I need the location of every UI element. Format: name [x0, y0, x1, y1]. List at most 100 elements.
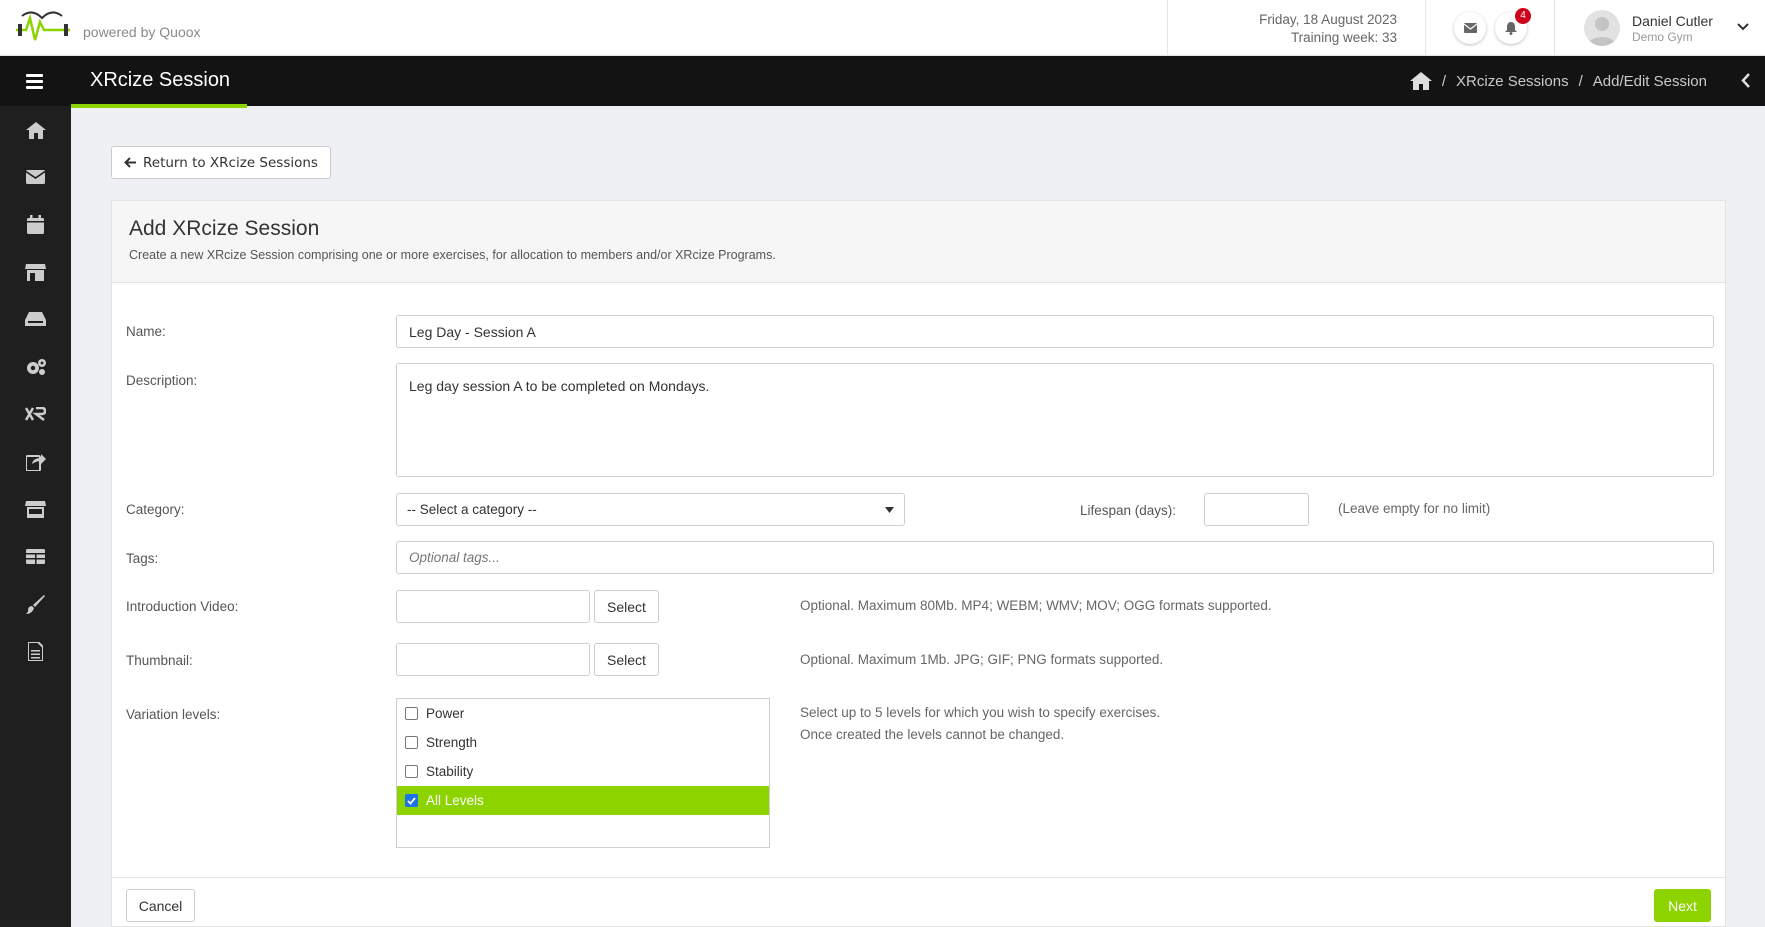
video-help: Optional. Maximum 80Mb. MP4; WEBM; WMV; … — [800, 598, 1272, 613]
cogs-icon — [26, 359, 46, 375]
date-block: Friday, 18 August 2023 Training week: 33 — [1259, 11, 1397, 47]
category-select[interactable]: -- Select a category -- — [396, 493, 905, 526]
arrow-left-icon — [124, 157, 136, 168]
avatar[interactable] — [1584, 10, 1620, 46]
sidebar-item-calendar[interactable] — [0, 204, 71, 244]
sidebar-item-documents[interactable] — [0, 631, 71, 671]
messages-button[interactable] — [1454, 12, 1486, 44]
home-icon[interactable] — [1409, 72, 1432, 90]
name-label: Name: — [126, 324, 166, 339]
checkbox[interactable] — [405, 736, 418, 749]
level-option-all-levels[interactable]: All Levels — [397, 786, 769, 815]
level-label: All Levels — [426, 793, 484, 808]
chevron-down-icon[interactable] — [1737, 18, 1749, 34]
store-icon — [25, 263, 46, 281]
calendar-icon — [27, 214, 44, 234]
checkbox[interactable] — [405, 765, 418, 778]
checkbox-checked[interactable] — [405, 794, 418, 807]
notifications-button[interactable]: 4 — [1495, 8, 1531, 44]
mail-icon — [1463, 23, 1477, 33]
cancel-button[interactable]: Cancel — [126, 889, 195, 922]
user-name[interactable]: Daniel Cutler — [1632, 13, 1713, 29]
sidebar-item-table[interactable] — [0, 536, 71, 576]
thumbnail-file-input[interactable] — [396, 643, 590, 676]
app-logo[interactable] — [12, 10, 74, 44]
top-header: powered by Quoox Friday, 18 August 2023 … — [0, 0, 1765, 56]
description-textarea[interactable]: Leg day session A to be completed on Mon… — [396, 363, 1714, 477]
levels-help-2: Once created the levels cannot be change… — [800, 727, 1065, 742]
home-icon — [25, 121, 46, 139]
sidebar-item-inbox[interactable] — [0, 299, 71, 339]
breadcrumb-xrcize-sessions[interactable]: XRcize Sessions — [1456, 73, 1569, 90]
sidebar-item-settings[interactable] — [0, 347, 71, 387]
description-label: Description: — [126, 373, 198, 388]
sidebar-item-brush[interactable] — [0, 584, 71, 624]
powered-by: powered by Quoox — [83, 24, 201, 40]
thumbnail-help: Optional. Maximum 1Mb. JPG; GIF; PNG for… — [800, 652, 1164, 667]
header-divider — [1554, 0, 1555, 56]
footer-divider — [112, 877, 1725, 878]
header-divider — [1425, 0, 1426, 56]
levels-list: Power Strength Stability All Levels — [396, 698, 770, 848]
title-accent-bar — [71, 104, 247, 108]
lifespan-label: Lifespan (days): — [1080, 503, 1177, 518]
name-input[interactable]: Leg Day - Session A — [396, 315, 1714, 348]
user-org: Demo Gym — [1632, 30, 1693, 44]
return-button[interactable]: Return to XRcize Sessions — [111, 146, 331, 179]
level-option-strength[interactable]: Strength — [397, 728, 769, 757]
category-selected: -- Select a category -- — [407, 502, 537, 517]
table-icon — [26, 548, 45, 564]
sidebar-item-share[interactable] — [0, 442, 71, 482]
checkbox[interactable] — [405, 707, 418, 720]
session-form-panel: Add XRcize Session Create a new XRcize S… — [111, 200, 1726, 927]
check-icon — [407, 796, 416, 805]
current-date: Friday, 18 August 2023 — [1259, 12, 1397, 27]
category-label: Category: — [126, 502, 185, 517]
breadcrumb-separator: / — [1578, 72, 1583, 90]
breadcrumb: / XRcize Sessions / Add/Edit Session — [1409, 72, 1707, 90]
share-icon — [25, 454, 46, 471]
chevron-left-icon[interactable] — [1741, 73, 1751, 91]
levels-help-1: Select up to 5 levels for which you wish… — [800, 705, 1161, 720]
video-label: Introduction Video: — [126, 599, 239, 614]
inbox-icon — [25, 312, 46, 326]
breadcrumb-current: Add/Edit Session — [1592, 72, 1707, 90]
thumbnail-select-button[interactable]: Select — [594, 643, 659, 676]
title-bar: XRcize Session / XRcize Sessions / Add/E… — [0, 56, 1765, 106]
panel-title: Add XRcize Session — [129, 217, 320, 240]
level-option-power[interactable]: Power — [397, 699, 769, 728]
notification-badge: 4 — [1515, 8, 1531, 24]
caret-down-icon — [885, 506, 894, 513]
sidebar-item-shop[interactable] — [0, 489, 71, 529]
level-label: Power — [426, 706, 465, 721]
sidebar-item-xrcize[interactable] — [0, 394, 71, 434]
tags-label: Tags: — [126, 551, 159, 566]
bell-icon — [1505, 21, 1517, 35]
sidebar-item-messages[interactable] — [0, 157, 71, 197]
levels-label: Variation levels: — [126, 707, 221, 722]
sidebar-item-store[interactable] — [0, 252, 71, 292]
next-button[interactable]: Next — [1654, 889, 1711, 922]
lifespan-help: (Leave empty for no limit) — [1338, 501, 1491, 516]
level-label: Strength — [426, 735, 478, 750]
training-week: Training week: 33 — [1290, 30, 1397, 45]
panel-header: Add XRcize Session Create a new XRcize S… — [112, 201, 1725, 283]
menu-icon[interactable] — [26, 74, 43, 89]
header-divider — [1167, 0, 1168, 56]
lifespan-input[interactable] — [1204, 493, 1309, 526]
page-title: XRcize Session — [90, 69, 231, 91]
tags-input[interactable]: Optional tags... — [396, 541, 1714, 574]
panel-subtitle: Create a new XRcize Session comprising o… — [129, 248, 776, 262]
document-icon — [28, 641, 43, 661]
brush-icon — [26, 594, 45, 614]
return-label: Return to XRcize Sessions — [143, 154, 318, 171]
thumbnail-label: Thumbnail: — [126, 653, 193, 668]
xr-icon — [25, 407, 46, 421]
breadcrumb-separator: / — [1441, 72, 1447, 90]
shop-icon — [25, 500, 46, 518]
tags-placeholder: Optional tags... — [409, 550, 500, 565]
video-select-button[interactable]: Select — [594, 590, 659, 623]
sidebar-item-home[interactable] — [0, 110, 71, 150]
level-option-stability[interactable]: Stability — [397, 757, 769, 786]
video-file-input[interactable] — [396, 590, 590, 623]
